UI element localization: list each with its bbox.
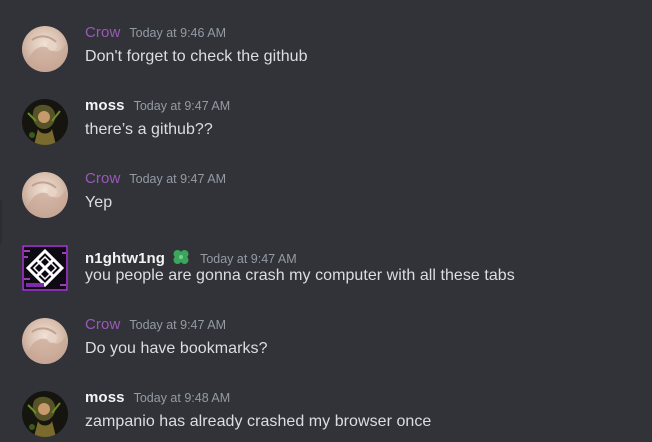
crow-avatar-icon — [22, 318, 68, 364]
avatar[interactable] — [22, 245, 68, 291]
clover-icon[interactable] — [171, 247, 191, 267]
message-header: moss Today at 9:47 AM — [85, 97, 230, 119]
message-header: n1ghtw1ng Today at 9:47 AM — [85, 243, 297, 267]
author-name[interactable]: moss — [85, 389, 125, 406]
message: moss Today at 9:47 AM there’s a github?? — [0, 97, 652, 157]
avatar[interactable] — [22, 99, 68, 145]
moss-avatar-icon — [22, 391, 68, 437]
avatar[interactable] — [22, 318, 68, 364]
timestamp[interactable]: Today at 9:47 AM — [134, 99, 231, 113]
timestamp[interactable]: Today at 9:47 AM — [200, 252, 297, 266]
message: moss Today at 9:48 AM zampanio has alrea… — [0, 389, 652, 442]
message-header: Crow Today at 9:47 AM — [85, 170, 226, 192]
moss-avatar-icon — [22, 99, 68, 145]
author-name[interactable]: moss — [85, 97, 125, 114]
message-text: Do you have bookmarks? — [85, 340, 268, 357]
message-text: Don't forget to check the github — [85, 48, 308, 65]
message-header: moss Today at 9:48 AM — [85, 389, 230, 411]
message-header: Crow Today at 9:47 AM — [85, 316, 226, 338]
message-header: Crow Today at 9:46 AM — [85, 24, 226, 46]
chat-message-list: Crow Today at 9:46 AM Don't forget to ch… — [0, 0, 652, 442]
author-name[interactable]: n1ghtw1ng — [85, 250, 165, 267]
crow-avatar-icon — [22, 172, 68, 218]
timestamp[interactable]: Today at 9:48 AM — [134, 391, 231, 405]
message-text: you people are gonna crash my computer w… — [85, 267, 515, 284]
timestamp[interactable]: Today at 9:47 AM — [129, 318, 226, 332]
message-text: zampanio has already crashed my browser … — [85, 413, 432, 430]
avatar[interactable] — [22, 26, 68, 72]
message: Crow Today at 9:47 AM Yep — [0, 170, 652, 230]
author-name[interactable]: Crow — [85, 316, 120, 333]
timestamp[interactable]: Today at 9:47 AM — [129, 172, 226, 186]
nightwing-avatar-icon — [22, 245, 68, 291]
timestamp[interactable]: Today at 9:46 AM — [129, 26, 226, 40]
message: n1ghtw1ng Today at 9:47 AM you people ar… — [0, 243, 652, 303]
avatar[interactable] — [22, 172, 68, 218]
author-name[interactable]: Crow — [85, 170, 120, 187]
author-name[interactable]: Crow — [85, 24, 120, 41]
message: Crow Today at 9:47 AM Do you have bookma… — [0, 316, 652, 376]
message-text: Yep — [85, 194, 113, 211]
message-text: there’s a github?? — [85, 121, 213, 138]
message: Crow Today at 9:46 AM Don't forget to ch… — [0, 24, 652, 84]
avatar[interactable] — [22, 391, 68, 437]
crow-avatar-icon — [22, 26, 68, 72]
